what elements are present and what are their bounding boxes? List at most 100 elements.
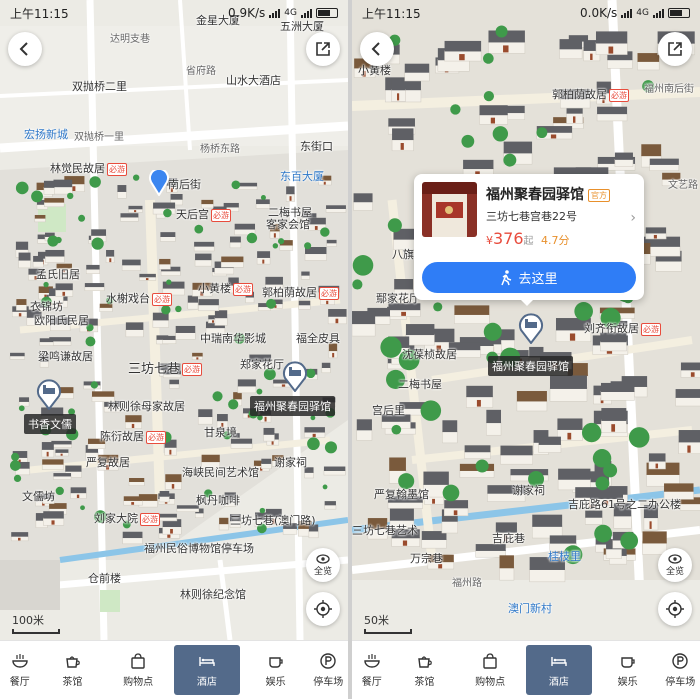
go-here-button[interactable]: 去这里 [422, 262, 636, 293]
hotel-label-shuxiang[interactable]: 书香文儒 [24, 414, 76, 434]
share-button[interactable] [306, 32, 340, 66]
building-roof [198, 299, 219, 306]
map-label-shandaodian: 省府路 [186, 66, 216, 77]
building-wall [352, 322, 376, 337]
status-bar: 上午11:15 0.9K/s 4G [0, 0, 348, 26]
building-wall [122, 537, 143, 545]
user-location-pin[interactable] [148, 170, 170, 196]
tab-parking[interactable]: 停车场 [309, 641, 348, 699]
hotel-label-jucunyuan[interactable]: 福州聚春园驿馆 [250, 396, 335, 416]
tab-restaurant[interactable]: 餐厅 [352, 641, 391, 699]
building-roof [162, 335, 176, 340]
map-label-jibi: 吉庇巷 [492, 532, 525, 545]
building-wall [442, 430, 458, 444]
building-door [655, 463, 659, 469]
tab-shopping[interactable]: 购物点 [457, 641, 523, 699]
tab-hotel[interactable]: 酒店 [526, 645, 592, 695]
tab-entertainment[interactable]: 娱乐 [243, 641, 309, 699]
building-roof [91, 229, 107, 236]
building-roof [326, 239, 337, 244]
tree [31, 190, 43, 203]
overview-button[interactable]: 全览 [658, 548, 692, 582]
hotel-label-jucunyuan[interactable]: 福州聚春园驿馆 [488, 356, 573, 376]
overview-button[interactable]: 全览 [306, 548, 340, 582]
map-label-linzexu: 林则徐母家故居 [108, 400, 185, 413]
map-label-liuqi: 刘齐衔故居 必游 [584, 322, 661, 336]
bed-icon [199, 657, 215, 666]
tree [310, 415, 316, 421]
hotel-pin-jucunyuan[interactable] [282, 360, 308, 392]
hotel-pin-shuxiang[interactable] [36, 378, 62, 410]
back-button[interactable] [360, 32, 394, 66]
poi-title: 福州聚春园驿馆 官方 [486, 184, 610, 204]
map-scale: 100米 [12, 612, 60, 634]
back-button[interactable] [8, 32, 42, 66]
building-roof [389, 507, 414, 521]
eye-icon [316, 553, 330, 564]
map-label-cangqian: 仓前楼 [88, 572, 121, 585]
tab-teahouse[interactable]: 茶馆 [391, 641, 457, 699]
building-roof [353, 193, 373, 203]
building-wall [499, 566, 515, 581]
building-wall [637, 60, 660, 71]
building-roof [356, 419, 372, 431]
poi-detail-card[interactable]: 福州聚春园驿馆 官方 三坊七巷宫巷22号 ¥376起 4.7分 › 去这里 [414, 174, 644, 300]
building-door [76, 494, 80, 499]
parking-icon [320, 653, 336, 669]
building-wall [549, 387, 588, 402]
building-wall [9, 355, 25, 360]
building-wall [500, 454, 533, 465]
teapot-icon [66, 656, 81, 668]
locate-button[interactable] [658, 592, 692, 626]
map-label-aomenxincun: 澳门新村 [508, 602, 552, 615]
map-view[interactable]: 小黄楼 郭柏荫故居 必游 福州南后街 文艺路 八旗 鄢家花厅 沈葆桢故居 刘齐衔故… [352, 0, 700, 640]
building-door [590, 53, 593, 60]
tab-parking[interactable]: 停车场 [661, 641, 700, 699]
building-wall [34, 218, 46, 223]
building-roof [595, 31, 628, 44]
building-roof [301, 271, 310, 276]
tree [256, 388, 263, 395]
building-wall [53, 475, 72, 480]
building-roof [500, 445, 533, 456]
tree [352, 279, 363, 290]
share-button[interactable] [658, 32, 692, 66]
tab-teahouse[interactable]: 茶馆 [39, 641, 105, 699]
building-wall [237, 385, 257, 394]
left-screen: 金星大厦 五洲大厦 达明支巷 省府路 山水大酒店 双抛桥二里 双抛桥一里 宏扬新… [0, 0, 348, 699]
building-roof [125, 415, 142, 423]
hotel-pin-jucunyuan[interactable] [518, 312, 544, 344]
building-wall [39, 341, 54, 346]
tree [90, 381, 99, 389]
locate-button[interactable] [306, 592, 340, 626]
building-roof [321, 362, 331, 368]
hotel-thumbnail[interactable] [422, 182, 477, 237]
tab-entertainment[interactable]: 娱乐 [595, 641, 661, 699]
building-door [453, 510, 458, 516]
tree [11, 452, 20, 461]
building-roof [388, 118, 415, 127]
building-roof [19, 397, 30, 402]
tree [420, 400, 442, 421]
building-door [400, 142, 404, 150]
map-label-shuiyu: 水榭戏台 必游 [106, 292, 172, 306]
building-door [550, 134, 557, 139]
tab-shopping[interactable]: 购物点 [105, 641, 171, 699]
tree [483, 91, 495, 102]
tab-restaurant[interactable]: 餐厅 [0, 641, 39, 699]
building-roof [516, 391, 547, 402]
building-roof [549, 375, 587, 389]
map-view[interactable]: 金星大厦 五洲大厦 达明支巷 省府路 山水大酒店 双抛桥二里 双抛桥一里 宏扬新… [0, 0, 348, 640]
tree [13, 474, 22, 483]
chevron-right-icon[interactable]: › [630, 210, 636, 226]
building-wall [529, 568, 566, 583]
tab-label: 停车场 [313, 677, 344, 688]
building-roof [34, 214, 46, 219]
share-icon [316, 42, 330, 56]
building-roof [16, 299, 27, 305]
tab-hotel[interactable]: 酒店 [174, 645, 240, 695]
map-label-sanfang: 三坊七巷 必游 [128, 362, 203, 377]
building-roof [392, 128, 414, 141]
network-speed: 0.9K/s [228, 6, 266, 20]
building-roof [165, 474, 182, 483]
